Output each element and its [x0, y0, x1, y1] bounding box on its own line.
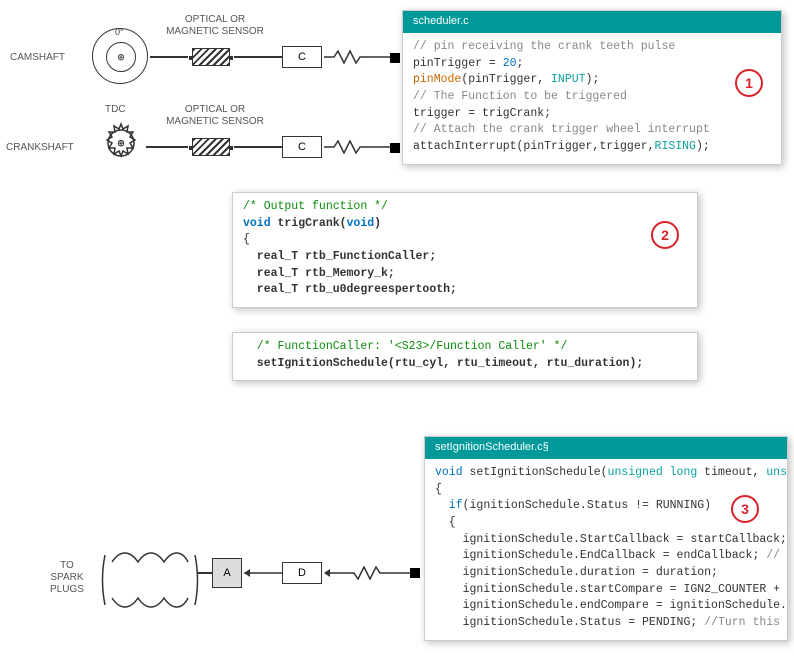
code-body-2b: /* FunctionCaller: '<S23>/Function Calle…: [233, 333, 697, 380]
spark-plugs-label: TO SPARK PLUGS: [50, 560, 84, 596]
badge-1: 1: [735, 69, 763, 97]
badge-2: 2: [651, 221, 679, 249]
code-panel-trigcrank: /* Output function */ void trigCrank(voi…: [232, 192, 698, 308]
zigzag-arrow-icon: [324, 566, 414, 580]
sensor-crank-icon: [192, 138, 230, 156]
zigzag-wire-icon: [324, 50, 394, 64]
camshaft-center-icon: ⊕: [106, 42, 136, 72]
crank-center-icon: ⊕: [117, 136, 124, 151]
wire: [150, 56, 188, 58]
tdc-label: TDC: [105, 104, 126, 116]
wire: [234, 146, 282, 148]
port-icon: [410, 568, 420, 578]
arrow-wire-icon: [244, 566, 282, 580]
camshaft-wheel-icon: 0° ⊕: [92, 28, 148, 84]
ignition-coil-icon: [100, 540, 200, 625]
sensor-label-crank: OPTICAL OR MAGNETIC SENSOR: [160, 104, 270, 128]
c-block-cam: C: [282, 46, 322, 68]
code-tab-scheduler[interactable]: scheduler.c: [403, 11, 479, 31]
zigzag-wire-icon: [324, 140, 394, 154]
wire: [198, 572, 212, 574]
a-block: A: [212, 558, 242, 588]
camshaft-label: CAMSHAFT: [10, 52, 65, 64]
code-body-1: // pin receiving the crank teeth pulse p…: [403, 33, 781, 164]
code-tab-setignition[interactable]: setIgnitionScheduler.c§: [425, 437, 559, 457]
code-body-3: void setIgnitionSchedule(unsigned long t…: [425, 459, 787, 640]
d-block: D: [282, 562, 322, 584]
camshaft-zero-deg: 0°: [115, 27, 124, 38]
sensor-cam-icon: [192, 48, 230, 66]
badge-3: 3: [731, 495, 759, 523]
crankshaft-gear-icon: ⊕: [98, 120, 144, 166]
sensor-label-cam: OPTICAL OR MAGNETIC SENSOR: [160, 14, 270, 38]
port-icon: [390, 53, 400, 63]
code-panel-scheduler: scheduler.c // pin receiving the crank t…: [402, 10, 782, 165]
code-tabbar: scheduler.c: [403, 11, 781, 33]
wire: [146, 146, 188, 148]
code-panel-setignition: setIgnitionScheduler.c§ void setIgnition…: [424, 436, 788, 641]
code-body-2a: /* Output function */ void trigCrank(voi…: [233, 193, 697, 307]
code-tabbar-3: setIgnitionScheduler.c§: [425, 437, 787, 459]
port-icon: [390, 143, 400, 153]
code-panel-functioncaller: /* FunctionCaller: '<S23>/Function Calle…: [232, 332, 698, 381]
crankshaft-label: CRANKSHAFT: [6, 142, 74, 154]
c-block-crank: C: [282, 136, 322, 158]
wire: [234, 56, 282, 58]
